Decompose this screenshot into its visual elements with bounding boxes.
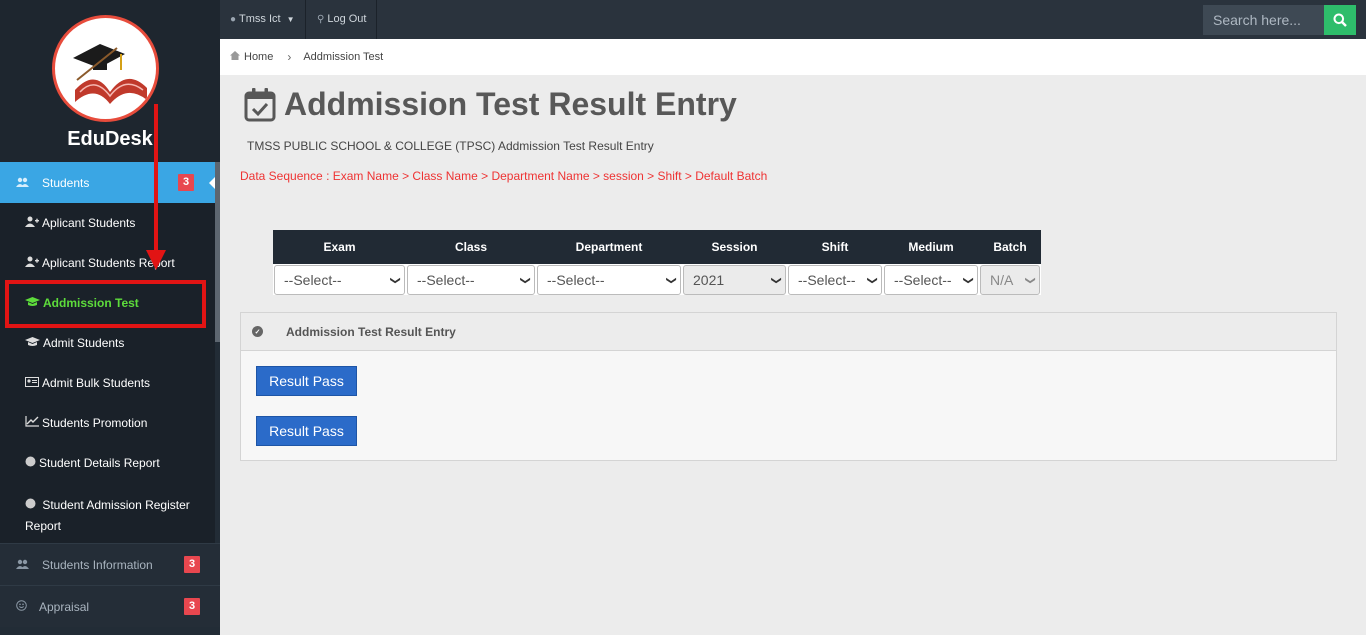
sidebar-item-students-promotion[interactable]: Students Promotion — [0, 403, 215, 443]
shift-select-value: --Select-- — [798, 272, 856, 288]
medium-select[interactable]: --Select-- ❯ — [884, 265, 978, 295]
sidebar: EduDesk Students 3 Aplicant Students Apl… — [0, 0, 220, 635]
sidebar-item-appraisal[interactable]: Appraisal 3 — [0, 585, 220, 627]
count-badge: 3 — [178, 174, 194, 191]
result-pass-button[interactable]: Result Pass — [256, 366, 357, 396]
header-exam: Exam — [273, 230, 406, 264]
exam-select[interactable]: --Select-- ❯ — [274, 265, 405, 295]
panel-title: Addmission Test Result Entry — [286, 324, 456, 339]
chevron-down-icon: ❯ — [770, 275, 782, 285]
chevron-down-icon: ❯ — [962, 275, 974, 285]
breadcrumb: Home › Addmission Test — [220, 39, 1366, 75]
school-logo — [52, 15, 159, 122]
sidebar-item-label: Admit Students — [43, 336, 125, 350]
users-icon — [16, 558, 30, 572]
sidebar-item-students[interactable]: Students 3 — [0, 162, 216, 203]
logout-link[interactable]: ⚲ Log Out — [307, 0, 378, 39]
sidebar-item-student-details-report[interactable]: Student Details Report — [0, 443, 215, 483]
page-subtitle: TMSS PUBLIC SCHOOL & COLLEGE (TPSC) Addm… — [247, 139, 654, 153]
header-batch: Batch — [979, 230, 1041, 264]
circle-icon — [25, 496, 36, 516]
department-select[interactable]: --Select-- ❯ — [537, 265, 681, 295]
line-chart-icon — [25, 416, 39, 430]
session-select[interactable]: 2021 ❯ — [683, 265, 786, 295]
sidebar-item-applicant-students-report[interactable]: Aplicant Students Report — [0, 243, 215, 283]
sidebar-item-label: Students Promotion — [42, 416, 148, 430]
count-badge: 3 — [184, 556, 200, 573]
chevron-down-icon: ❯ — [866, 275, 878, 285]
sidebar-item-label: Student Details Report — [39, 456, 160, 470]
chevron-down-icon: ❯ — [665, 275, 677, 285]
panel-header[interactable]: ✓ Addmission Test Result Entry — [241, 313, 1336, 351]
sidebar-scrollbar[interactable] — [215, 162, 220, 342]
breadcrumb-home[interactable]: Home — [244, 51, 273, 63]
user-plus-icon — [25, 216, 39, 230]
session-select-value: 2021 — [693, 272, 725, 288]
chevron-right-icon: › — [287, 50, 292, 64]
search-input[interactable] — [1203, 5, 1324, 35]
header-department: Department — [536, 230, 682, 264]
page-title: Addmission Test Result Entry — [244, 86, 737, 123]
medium-select-value: --Select-- — [894, 272, 952, 288]
header-shift: Shift — [787, 230, 883, 264]
count-badge: 3 — [184, 598, 200, 615]
breadcrumb-current: Addmission Test — [303, 51, 384, 63]
sidebar-item-label: Student Admission Register Report — [25, 498, 190, 533]
header-medium: Medium — [883, 230, 979, 264]
search-icon — [1333, 13, 1347, 27]
data-sequence-note: Data Sequence : Exam Name > Class Name >… — [240, 169, 768, 183]
sidebar-item-label: Aplicant Students — [42, 216, 136, 230]
top-bar: ● Tmss Ict ▼ ⚲ Log Out — [220, 0, 1366, 39]
filter-table: Exam Class Department Session Shift Medi… — [273, 230, 1041, 295]
sidebar-item-label: Admit Bulk Students — [42, 376, 151, 390]
batch-select[interactable]: N/A ❯ — [980, 265, 1040, 295]
annotation-highlight-box — [5, 280, 206, 328]
user-name: Tmss Ict — [239, 13, 281, 25]
chevron-down-icon: ❯ — [519, 275, 531, 285]
header-session: Session — [682, 230, 787, 264]
graduation-cap-icon — [25, 336, 40, 350]
logout-label: Log Out — [327, 13, 367, 25]
annotation-arrow-line — [154, 104, 158, 254]
sidebar-item-label: Students — [42, 175, 90, 190]
user-plus-icon — [25, 256, 39, 270]
shift-select[interactable]: --Select-- ❯ — [788, 265, 882, 295]
home-icon — [230, 51, 240, 63]
brand-area: EduDesk — [0, 0, 220, 162]
user-menu[interactable]: ● Tmss Ict ▼ — [220, 0, 306, 39]
department-select-value: --Select-- — [547, 272, 605, 288]
sidebar-item-admit-students[interactable]: Admit Students — [0, 323, 215, 363]
sidebar-item-label: Appraisal — [39, 599, 90, 614]
sidebar-item-applicant-students[interactable]: Aplicant Students — [0, 203, 215, 243]
sidebar-item-label: Students Information — [42, 557, 153, 572]
key-icon: ⚲ — [317, 14, 325, 25]
batch-select-value: N/A — [990, 272, 1014, 288]
exam-select-value: --Select-- — [284, 272, 342, 288]
header-class: Class — [406, 230, 536, 264]
annotation-arrow-head — [146, 250, 166, 270]
circle-icon — [25, 456, 36, 470]
smile-icon — [16, 599, 30, 614]
class-select[interactable]: --Select-- ❯ — [407, 265, 535, 295]
students-submenu: Aplicant Students Aplicant Students Repo… — [0, 203, 215, 543]
users-icon — [16, 176, 30, 190]
sidebar-item-students-information[interactable]: Students Information 3 — [0, 543, 220, 585]
chevron-down-icon: ❯ — [389, 275, 401, 285]
sidebar-item-admit-bulk-students[interactable]: Admit Bulk Students — [0, 363, 215, 403]
user-icon: ● — [230, 14, 237, 25]
result-pass-button-2[interactable]: Result Pass — [256, 416, 357, 446]
caret-down-icon: ▼ — [286, 15, 295, 24]
result-entry-panel: ✓ Addmission Test Result Entry Result Pa… — [240, 312, 1337, 461]
chevron-down-icon: ❯ — [1024, 275, 1036, 285]
calendar-check-icon — [244, 87, 276, 121]
brand-name: EduDesk — [67, 128, 153, 150]
sidebar-item-student-admission-register-report[interactable]: Student Admission Register Report — [0, 483, 215, 543]
check-circle-icon: ✓ — [252, 326, 263, 337]
search-button[interactable] — [1324, 5, 1356, 35]
page-heading: Addmission Test Result Entry — [284, 86, 737, 122]
class-select-value: --Select-- — [417, 272, 475, 288]
id-card-icon — [25, 376, 39, 390]
